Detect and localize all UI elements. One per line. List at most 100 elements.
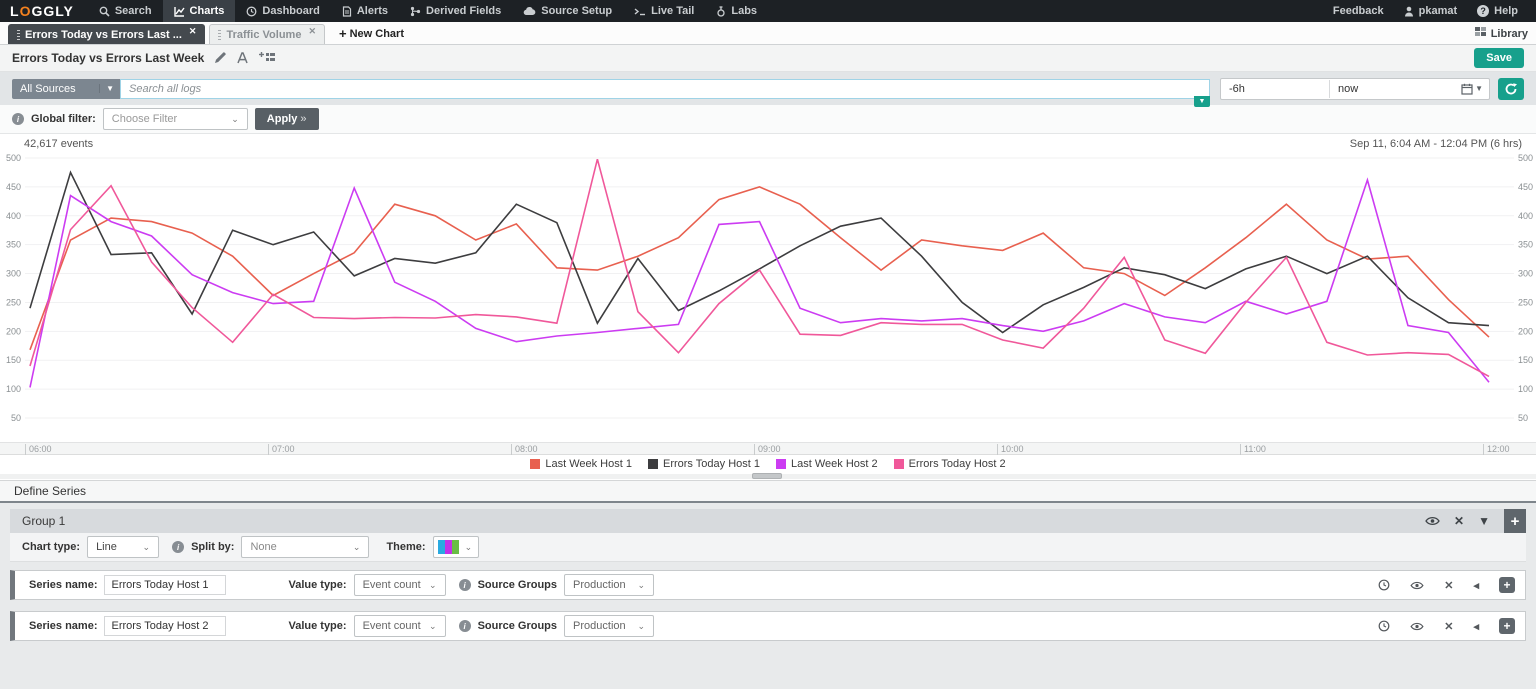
search-row: All Sources ▼ ▼ ▼ [0, 72, 1536, 105]
svg-text:400: 400 [1518, 211, 1533, 221]
legend-item[interactable]: Last Week Host 2 [776, 458, 878, 470]
svg-text:400: 400 [6, 211, 21, 221]
library-grid-icon [1475, 27, 1487, 40]
value-type-select[interactable]: Event count ⌄ [354, 615, 446, 637]
group-controls-row: Chart type: Line ⌄ Split by: None ⌄ Them… [10, 533, 1526, 562]
legend-label: Errors Today Host 2 [909, 458, 1006, 470]
time-range-group: ▼ [1220, 78, 1490, 100]
feedback-link[interactable]: Feedback [1325, 5, 1392, 17]
source-group-select[interactable]: Production ⌄ [564, 574, 654, 596]
search-history-toggle[interactable]: ▼ [1194, 96, 1210, 107]
nav-item-charts[interactable]: Charts [163, 0, 236, 22]
nav-item-labs[interactable]: Labs [705, 0, 768, 22]
group-visibility-eye-icon[interactable] [1425, 516, 1440, 526]
user-menu[interactable]: pkamat [1396, 5, 1466, 17]
page-title: Errors Today vs Errors Last Week [12, 51, 204, 65]
help-link[interactable]: Help [1469, 5, 1526, 17]
source-group-select[interactable]: Production ⌄ [564, 615, 654, 637]
svg-text:500: 500 [6, 153, 21, 163]
feedback-label: Feedback [1333, 5, 1384, 17]
source-selector[interactable]: All Sources ▼ [12, 79, 120, 99]
nav-right: Feedback pkamat Help [1325, 0, 1536, 22]
tab-close-icon[interactable]: ✕ [189, 26, 197, 37]
value-type-select[interactable]: Event count ⌄ [354, 574, 446, 596]
library-button[interactable]: Library [1475, 27, 1528, 44]
calendar-button[interactable]: ▼ [1455, 83, 1489, 95]
series-name-input[interactable] [104, 575, 226, 595]
nav-item-live-tail[interactable]: Live Tail [623, 0, 705, 22]
tab-close-icon[interactable]: ✕ [308, 26, 316, 37]
info-icon [12, 113, 24, 125]
top-nav: LOGGLY Search Charts Dashboard Alerts De… [0, 0, 1536, 22]
svg-text:250: 250 [1518, 297, 1533, 307]
add-series-button[interactable]: + [1499, 618, 1515, 634]
series-visibility-eye-icon[interactable] [1410, 622, 1424, 631]
series-time-shift-icon[interactable] [1378, 620, 1390, 632]
add-group-button[interactable]: + [1504, 509, 1526, 533]
series-name-input[interactable] [104, 616, 226, 636]
svg-text:50: 50 [1518, 413, 1528, 423]
x-axis-tick: 08:00 [511, 444, 538, 455]
user-icon [1404, 6, 1414, 17]
alert-icon[interactable] [236, 52, 249, 64]
tab-errors-today[interactable]: Errors Today vs Errors Last ... ✕ [8, 24, 205, 44]
series-time-shift-icon[interactable] [1378, 579, 1390, 591]
scrollbar-handle[interactable] [752, 473, 782, 479]
loggly-logo[interactable]: LOGGLY [0, 0, 88, 22]
add-to-dashboard-icon[interactable] [259, 52, 275, 64]
x-axis-tick: 09:00 [754, 444, 781, 455]
legend-item[interactable]: Last Week Host 1 [530, 458, 632, 470]
add-series-button[interactable]: + [1499, 577, 1515, 593]
series-delete-icon[interactable]: ✕ [1444, 620, 1453, 633]
nav-item-label: Source Setup [541, 5, 612, 17]
legend-swatch [530, 459, 540, 469]
legend-swatch [648, 459, 658, 469]
search-input-wrap: ▼ [120, 79, 1210, 99]
series-delete-icon[interactable]: ✕ [1444, 579, 1453, 592]
nav-item-search[interactable]: Search [88, 0, 163, 22]
theme-select[interactable]: ⌄ [433, 536, 480, 558]
nav-item-alerts[interactable]: Alerts [331, 0, 399, 22]
help-icon [1477, 5, 1489, 17]
tab-traffic-volume[interactable]: Traffic Volume ✕ [209, 24, 325, 44]
derived-fields-icon [410, 6, 421, 17]
search-input[interactable] [120, 79, 1210, 99]
help-label: Help [1494, 5, 1518, 17]
chevron-down-icon: ⌄ [429, 580, 437, 591]
series-collapse-arrow-icon[interactable]: ◂ [1473, 579, 1479, 592]
time-range-label: Sep 11, 6:04 AM - 12:04 PM (6 hrs) [1350, 138, 1522, 150]
series-visibility-eye-icon[interactable] [1410, 581, 1424, 590]
chevron-down-icon: ⌄ [637, 580, 645, 591]
split-by-label: Split by: [191, 541, 234, 553]
refresh-button[interactable] [1498, 78, 1524, 100]
global-filter-select[interactable]: Choose Filter ⌄ [103, 108, 248, 130]
split-by-select[interactable]: None ⌄ [241, 536, 369, 558]
charts-icon [174, 6, 185, 17]
legend-item[interactable]: Errors Today Host 2 [894, 458, 1006, 470]
legend-item[interactable]: Errors Today Host 1 [648, 458, 760, 470]
nav-item-label: Alerts [357, 5, 388, 17]
edit-title-icon[interactable] [214, 52, 226, 64]
apply-button[interactable]: Apply » [255, 108, 319, 130]
nav-spacer [768, 0, 1325, 22]
nav-item-dashboard[interactable]: Dashboard [235, 0, 330, 22]
chart-canvas[interactable]: 5005004504504004003503503003002502502002… [0, 150, 1536, 442]
nav-item-derived-fields[interactable]: Derived Fields [399, 0, 512, 22]
series-collapse-arrow-icon[interactable]: ◂ [1473, 620, 1479, 633]
svg-text:300: 300 [1518, 269, 1533, 279]
nav-item-source-setup[interactable]: Source Setup [512, 0, 623, 22]
group-delete-icon[interactable]: ✕ [1454, 514, 1464, 528]
save-button[interactable]: Save [1474, 48, 1524, 68]
group-collapse-chevron-icon[interactable]: ▼ [1478, 514, 1490, 528]
group-bar[interactable]: Group 1 ✕ ▼ + [10, 509, 1526, 533]
new-chart-button[interactable]: + New Chart [329, 26, 414, 44]
logo-letter: L [10, 3, 20, 19]
value-type-value: Event count [363, 579, 421, 591]
time-from-field[interactable] [1221, 80, 1329, 98]
username-label: pkamat [1419, 5, 1458, 17]
time-to-field[interactable] [1329, 80, 1437, 98]
chevron-down-icon: ⌄ [353, 542, 361, 553]
nav-item-label: Derived Fields [426, 5, 501, 17]
live-tail-icon [634, 6, 646, 17]
chart-type-select[interactable]: Line ⌄ [87, 536, 159, 558]
